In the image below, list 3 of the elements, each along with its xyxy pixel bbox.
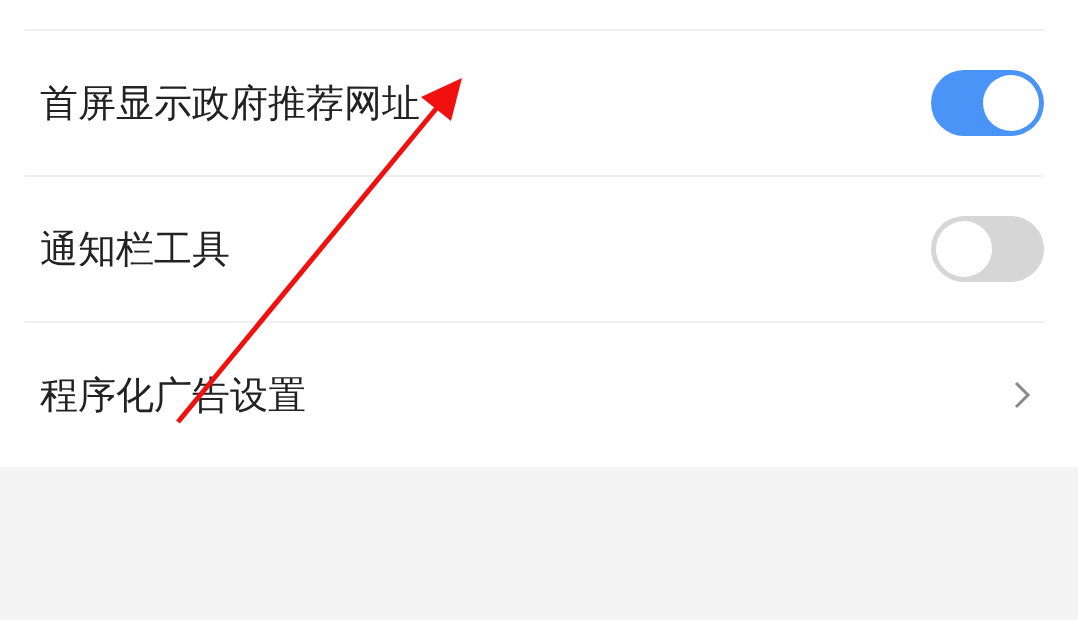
setting-label: 通知栏工具 [39, 225, 230, 273]
chevron-right-icon [1012, 379, 1032, 411]
setting-label: 首屏显示政府推荐网址 [39, 79, 420, 127]
